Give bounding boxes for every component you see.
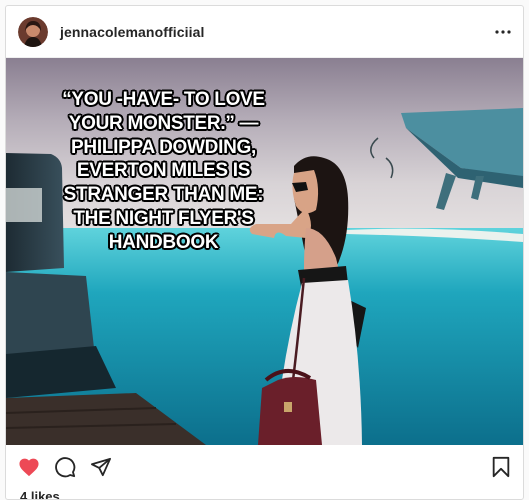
image-quote-text: “YOU -HAVE- TO LOVE YOUR MONSTER.” ― PHI… [62, 89, 265, 253]
more-horizontal-icon[interactable] [495, 29, 511, 34]
post-image[interactable]: “YOU -HAVE- TO LOVE YOUR MONSTER.” ― PHI… [6, 58, 523, 445]
paper-plane-icon[interactable] [90, 457, 112, 477]
likes-count[interactable]: 4 likes [6, 489, 523, 499]
heart-filled-icon[interactable] [18, 457, 40, 477]
avatar[interactable] [18, 16, 48, 47]
post-header: jennacolemanofficiial [6, 6, 523, 58]
post-actions [6, 445, 523, 489]
comment-icon[interactable] [54, 456, 76, 478]
post-card: jennacolemanofficiial “YOU -HAVE- TO LOV… [5, 5, 524, 500]
username[interactable]: jennacolemanofficiial [60, 24, 204, 40]
bookmark-icon[interactable] [491, 456, 511, 478]
